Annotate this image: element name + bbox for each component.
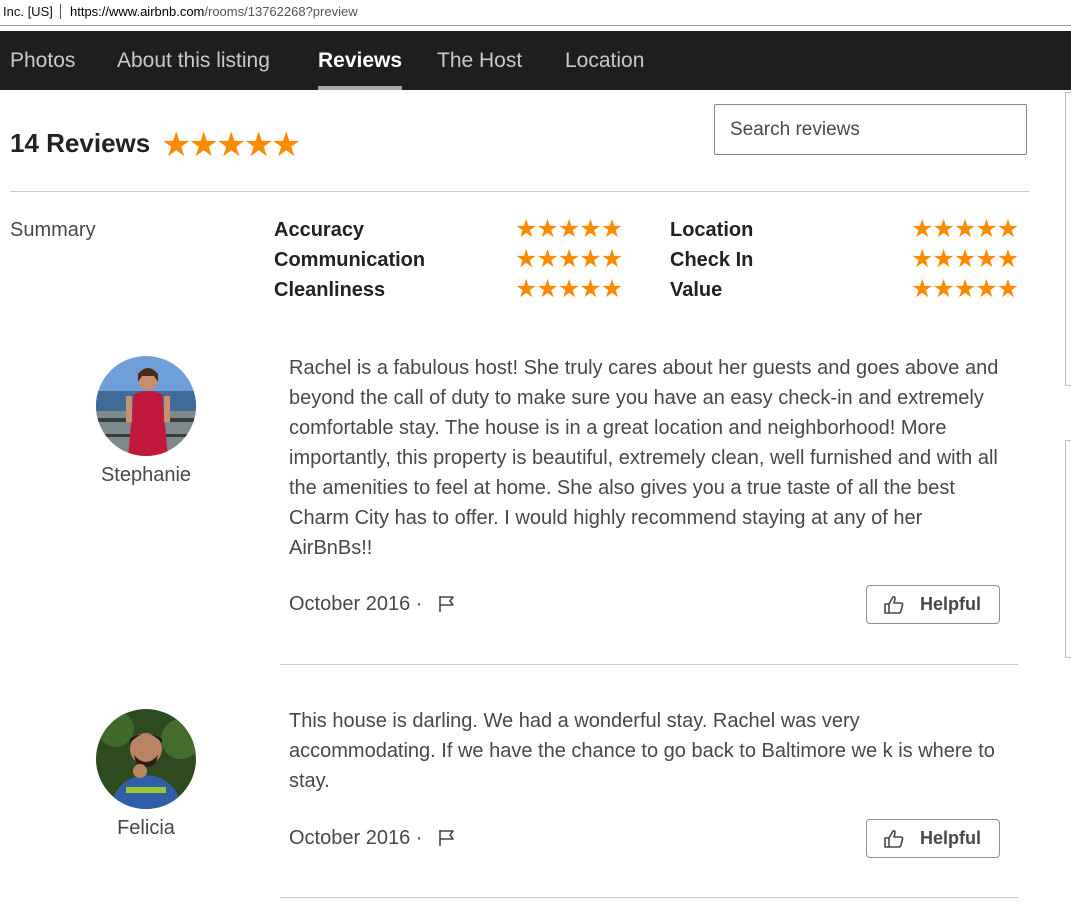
- star-icon: ★: [932, 245, 955, 273]
- star-icon: ★: [600, 275, 624, 303]
- helpful-label: Helpful: [920, 828, 981, 848]
- star-icon: ★: [557, 215, 581, 243]
- category-label-cleanliness: Cleanliness: [274, 279, 386, 301]
- star-icon: ★: [975, 215, 998, 243]
- helpful-label: Helpful: [920, 594, 981, 614]
- star-icon: ★: [953, 215, 977, 243]
- star-icon: ★: [536, 245, 559, 273]
- tab-reviews[interactable]: Reviews: [318, 31, 403, 90]
- star-icon: ★: [243, 126, 274, 164]
- star-icon: ★: [579, 245, 602, 273]
- star-icon: ★: [515, 215, 538, 243]
- listing-nav-bar: Photos About this listing Reviews The Ho…: [0, 31, 1071, 90]
- star-icon: ★: [932, 275, 955, 303]
- star-icon: ★: [975, 275, 998, 303]
- review-date: October 2016 ·: [289, 827, 423, 849]
- review-text: This house is darling. We had a wonderfu…: [289, 710, 995, 792]
- url-text[interactable]: https://www.airbnb.com/rooms/13762268?pr…: [70, 4, 358, 19]
- category-label-accuracy: Accuracy: [274, 219, 365, 241]
- star-icon: ★: [600, 215, 624, 243]
- review-divider: [280, 664, 1018, 665]
- search-reviews-box[interactable]: [714, 104, 1027, 155]
- avatar[interactable]: [96, 709, 196, 809]
- star-icon: ★: [515, 245, 538, 273]
- helpful-button[interactable]: Helpful: [866, 819, 1000, 858]
- rating-stars-check-in: ★ ★ ★ ★ ★: [911, 245, 1020, 273]
- url-host: https://www.airbnb.com: [70, 4, 205, 19]
- star-icon: ★: [579, 275, 602, 303]
- avatar-photo-felicia: [96, 709, 196, 809]
- star-icon: ★: [557, 275, 581, 303]
- review-date: October 2016 ·: [289, 593, 423, 615]
- tab-about-this-listing[interactable]: About this listing: [117, 31, 270, 90]
- star-icon: ★: [996, 215, 1020, 243]
- avatar[interactable]: [96, 356, 196, 456]
- star-icon: ★: [953, 245, 977, 273]
- flag-icon[interactable]: [438, 829, 456, 847]
- search-reviews-input[interactable]: [715, 105, 1020, 154]
- rating-stars-communication: ★ ★ ★ ★ ★: [515, 245, 624, 273]
- star-icon: ★: [270, 126, 302, 164]
- tab-label: About this listing: [117, 49, 270, 72]
- helpful-button[interactable]: Helpful: [866, 585, 1000, 624]
- star-icon: ★: [911, 245, 934, 273]
- rating-stars-cleanliness: ★ ★ ★ ★ ★: [515, 275, 624, 303]
- star-icon: ★: [932, 215, 955, 243]
- star-icon: ★: [161, 126, 192, 164]
- rating-stars-accuracy: ★ ★ ★ ★ ★: [515, 215, 624, 243]
- star-icon: ★: [188, 126, 219, 164]
- star-icon: ★: [953, 275, 977, 303]
- reviews-count-title: 14 Reviews: [10, 128, 151, 158]
- thumbs-up-icon: [884, 829, 904, 848]
- star-icon: ★: [975, 245, 998, 273]
- thumbs-up-icon: [884, 595, 904, 614]
- flag-icon[interactable]: [438, 595, 456, 613]
- tab-label: Photos: [10, 49, 76, 72]
- tab-the-host[interactable]: The Host: [437, 31, 522, 90]
- category-label-check-in: Check In: [670, 249, 754, 271]
- tab-photos[interactable]: Photos: [10, 31, 75, 90]
- avatar-photo-stephanie: [96, 356, 196, 456]
- reviewer-name[interactable]: Stephanie: [76, 464, 216, 487]
- category-label-value: Value: [670, 279, 723, 301]
- overall-rating-stars: ★ ★ ★ ★ ★: [161, 126, 302, 164]
- rating-stars-location: ★ ★ ★ ★ ★: [911, 215, 1020, 243]
- star-icon: ★: [600, 245, 624, 273]
- tab-label: The Host: [437, 49, 523, 72]
- star-icon: ★: [996, 275, 1020, 303]
- star-icon: ★: [579, 215, 602, 243]
- star-icon: ★: [911, 275, 934, 303]
- address-separator: [60, 4, 61, 19]
- star-icon: ★: [215, 126, 247, 164]
- active-tab-underline: [318, 86, 403, 90]
- category-label-location: Location: [670, 219, 754, 241]
- url-path: /rooms/13762268?preview: [204, 4, 358, 19]
- sidebar-edge: [1065, 440, 1071, 658]
- star-icon: ★: [536, 215, 559, 243]
- certificate-label: Inc. [US]: [3, 4, 53, 19]
- star-icon: ★: [996, 245, 1020, 273]
- review-text: Rachel is a fabulous host! She truly car…: [289, 357, 999, 559]
- browser-address-bar[interactable]: Inc. [US] https://www.airbnb.com/rooms/1…: [0, 0, 1071, 26]
- tab-location[interactable]: Location: [565, 31, 644, 90]
- star-icon: ★: [515, 275, 538, 303]
- header-divider: [10, 191, 1029, 192]
- sidebar-edge: [1065, 92, 1071, 386]
- rating-stars-value: ★ ★ ★ ★ ★: [911, 275, 1020, 303]
- star-icon: ★: [536, 275, 559, 303]
- reviewer-name[interactable]: Felicia: [76, 817, 216, 840]
- summary-label: Summary: [10, 219, 96, 241]
- star-icon: ★: [911, 215, 934, 243]
- star-icon: ★: [557, 245, 581, 273]
- review-divider: [280, 897, 1018, 898]
- category-label-communication: Communication: [274, 249, 426, 271]
- tab-label: Location: [565, 49, 645, 72]
- tab-label: Reviews: [318, 49, 403, 72]
